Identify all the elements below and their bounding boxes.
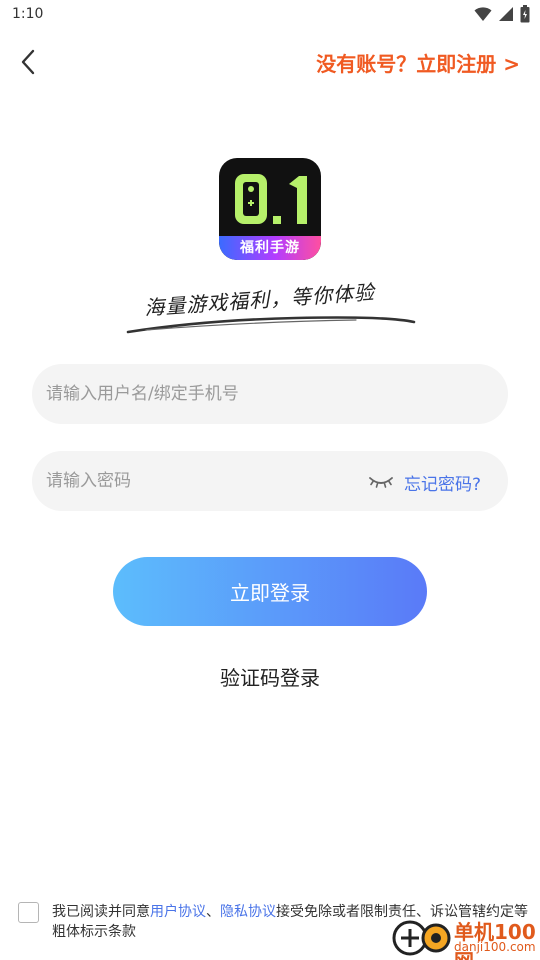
watermark: 单机100网 danji100.com xyxy=(390,914,540,960)
user-agreement-link[interactable]: 用户协议 xyxy=(150,904,206,920)
register-link[interactable]: 没有账号？立即注册 > xyxy=(316,48,520,77)
code-login-link[interactable]: 验证码登录 xyxy=(0,662,540,691)
privacy-agreement-link[interactable]: 隐私协议 xyxy=(220,904,276,920)
back-button[interactable] xyxy=(10,44,46,80)
password-visibility-toggle[interactable] xyxy=(366,469,396,493)
status-bar: 1:10 xyxy=(0,0,540,30)
password-field: 忘记密码? xyxy=(32,451,508,511)
nav-bar: 没有账号？立即注册 > xyxy=(0,36,540,88)
app-logo: 福利手游 xyxy=(219,158,321,260)
logo-number-graphic xyxy=(235,174,307,224)
chevron-left-icon xyxy=(21,49,35,75)
agreement-prefix: 我已阅读并同意 xyxy=(52,904,150,920)
agreement-checkbox[interactable] xyxy=(18,902,39,923)
forgot-password-link[interactable]: 忘记密码? xyxy=(404,470,481,495)
username-field xyxy=(32,364,508,424)
password-input[interactable] xyxy=(46,451,346,511)
status-icons xyxy=(474,5,530,23)
username-input[interactable] xyxy=(46,364,486,424)
watermark-logo-icon xyxy=(392,920,451,956)
battery-icon xyxy=(520,5,530,23)
signal-icon xyxy=(499,7,513,21)
slogan: 海量游戏福利，等你体验 xyxy=(126,280,416,340)
eye-closed-icon xyxy=(369,477,393,488)
status-time: 1:10 xyxy=(12,6,44,22)
agreement-separator: 、 xyxy=(206,904,220,920)
logo-caption: 福利手游 xyxy=(240,240,300,256)
slogan-brush-stroke xyxy=(126,316,416,334)
wifi-icon xyxy=(474,7,492,21)
login-button[interactable]: 立即登录 xyxy=(113,557,427,626)
watermark-domain: danji100.com xyxy=(454,940,536,954)
